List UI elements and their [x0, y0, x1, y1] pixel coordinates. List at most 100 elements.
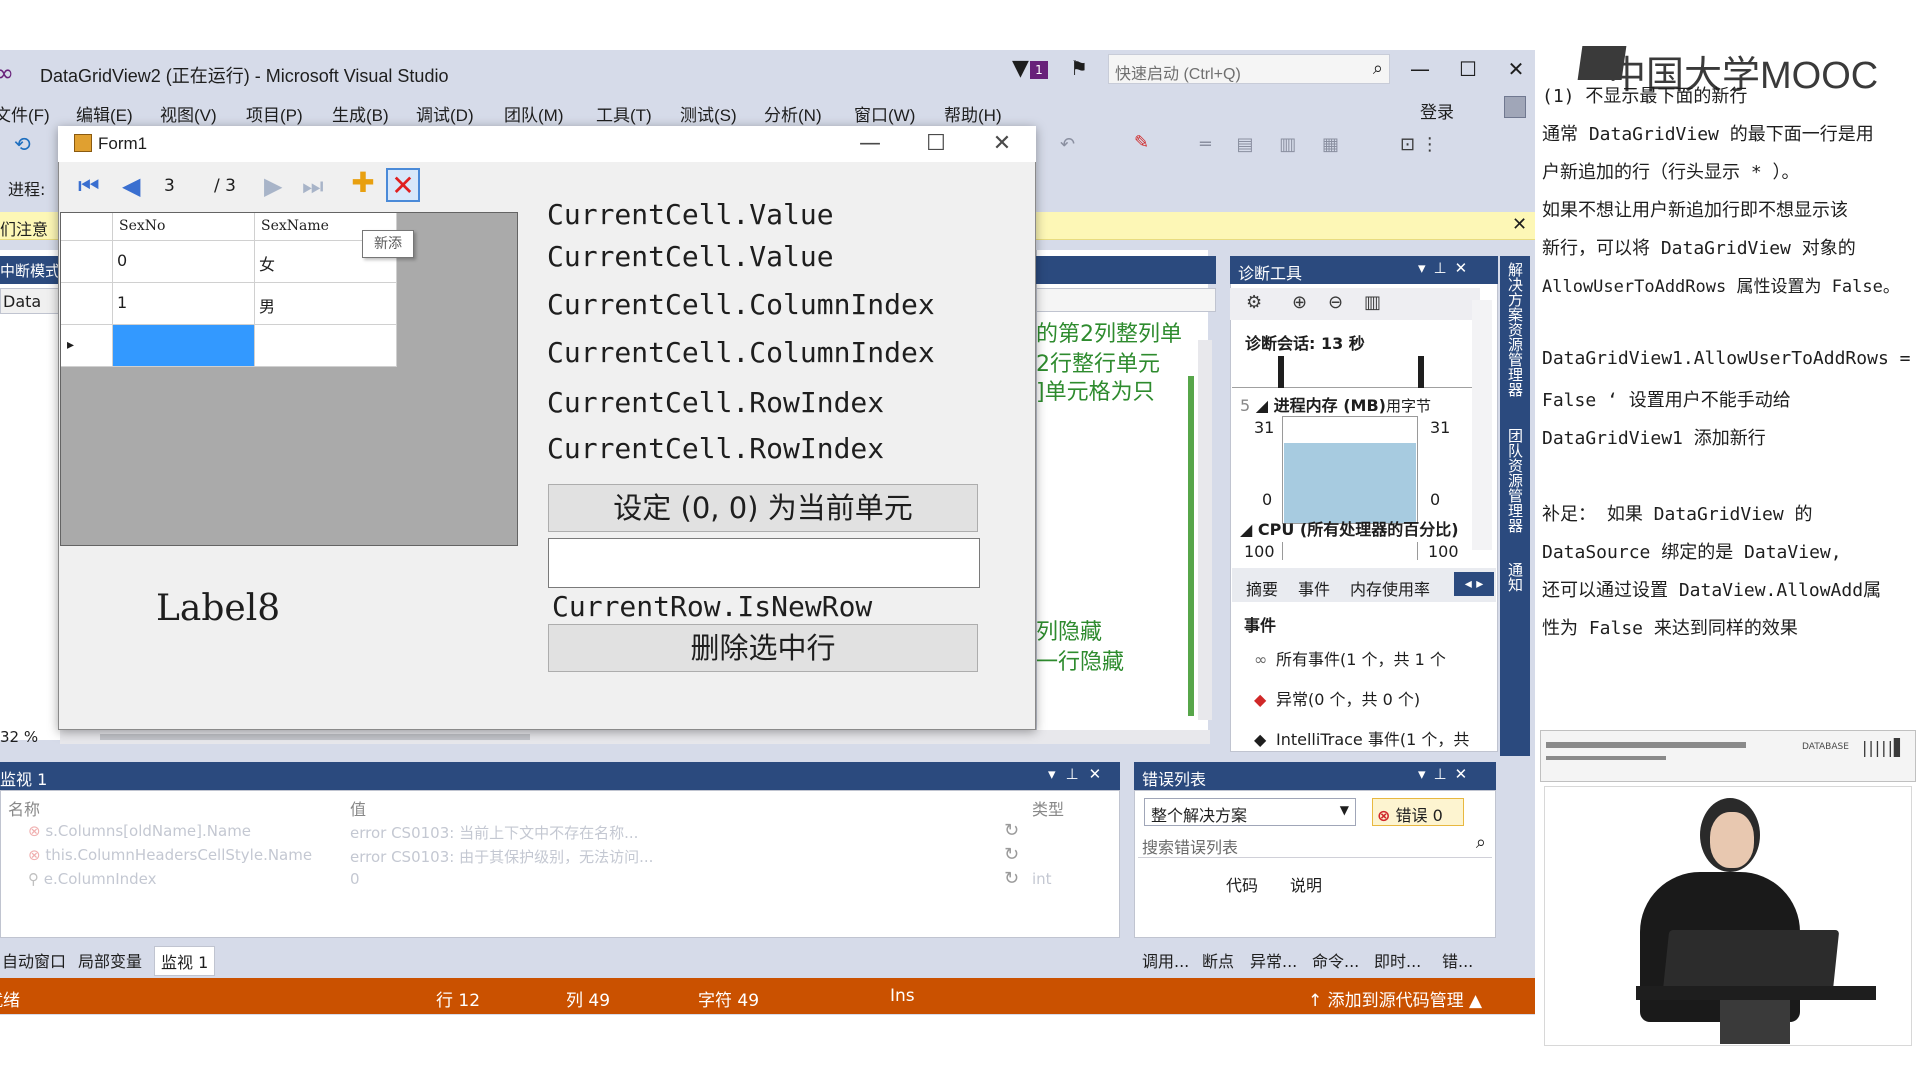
tab-errors[interactable]: 错... — [1436, 946, 1479, 974]
refresh-icon[interactable]: ↻ — [1004, 820, 1019, 841]
position-item[interactable]: 3 — [164, 176, 188, 200]
new-row-header[interactable]: ▸ — [61, 325, 113, 367]
error-col-description[interactable]: 说明 — [1290, 872, 1322, 896]
grid-cell[interactable]: 1 — [113, 283, 255, 325]
menu-window[interactable]: 窗口(W) — [854, 101, 915, 126]
add-new-icon[interactable]: ✚ — [348, 168, 378, 198]
delete-icon[interactable]: ✕ — [386, 168, 420, 202]
code-vertical-scrollbar[interactable] — [1198, 340, 1212, 720]
grid-cell[interactable]: 男 — [255, 283, 397, 325]
scrollbar-thumb[interactable] — [100, 734, 530, 740]
grid-cell[interactable] — [255, 325, 397, 367]
move-first-icon[interactable]: ⏮ — [78, 172, 100, 200]
event-intellitrace[interactable]: ◆ IntelliTrace 事件(1 个，共 — [1254, 726, 1469, 750]
selected-grid-cell[interactable] — [113, 325, 255, 367]
navigate-back-icon[interactable]: ⟲ — [14, 132, 31, 156]
timeline-marker — [1418, 356, 1424, 388]
grid-corner-header[interactable] — [61, 213, 113, 241]
tab-summary[interactable]: 摘要 — [1246, 576, 1278, 600]
row-header[interactable] — [61, 283, 113, 325]
vs-close-button[interactable]: ✕ — [1498, 54, 1534, 84]
menu-debug[interactable]: 调试(D) — [416, 101, 474, 126]
tab-solution-explorer[interactable]: 解决方案资源管理器 — [1504, 262, 1526, 397]
tab-memory-usage[interactable]: 内存使用率 — [1350, 576, 1430, 600]
menu-help[interactable]: 帮助(H) — [944, 101, 1002, 126]
watch-row-name[interactable]: ⊗ this.ColumnHeadersCellStyle.Name — [28, 846, 312, 864]
feedback-icon[interactable]: ⚑ — [1070, 56, 1088, 80]
panel-pin-close-icons[interactable]: ▾⊥✕ — [1418, 765, 1475, 783]
tab-notifications[interactable]: 通知 — [1504, 562, 1526, 592]
current-row-arrow-icon: ▸ — [67, 337, 75, 353]
info-bar-close-icon[interactable]: ✕ — [1512, 214, 1527, 235]
menu-team[interactable]: 团队(M) — [504, 101, 563, 126]
menu-build[interactable]: 生成(B) — [332, 101, 389, 126]
menu-test[interactable]: 测试(S) — [680, 101, 737, 126]
menu-tools[interactable]: 工具(T) — [596, 101, 652, 126]
tab-autos[interactable]: 自动窗口 — [0, 946, 72, 974]
move-previous-icon[interactable]: ◀ — [122, 172, 140, 200]
form1-maximize-button[interactable]: ☐ — [916, 128, 956, 160]
vs-maximize-button[interactable]: ☐ — [1450, 54, 1486, 84]
account-icon[interactable] — [1504, 96, 1526, 118]
tab-scroll-arrows-icon[interactable]: ◂ ▸ — [1454, 572, 1494, 596]
tab-breakpoints[interactable]: 断点 — [1196, 946, 1240, 974]
memory-title: 进程内存 (MB) — [1273, 396, 1386, 415]
watch-row-name[interactable]: ⚲ e.ColumnIndex — [28, 870, 157, 888]
quick-launch-input[interactable]: 快速启动 (Ctrl+Q) ⌕ — [1108, 54, 1390, 84]
tab-team-explorer[interactable]: 团队资源管理器 — [1504, 428, 1526, 533]
breakpoint-toggle-icon[interactable]: ✎ — [1134, 132, 1149, 153]
lecture-note-line: 户新追加的行（行头显示 * ）。 — [1542, 162, 1800, 183]
panel-pin-close-icons[interactable]: ▾⊥✕ — [1048, 765, 1111, 783]
login-link[interactable]: 登录 — [1420, 98, 1454, 123]
column-header-sexno[interactable]: SexNo — [113, 213, 255, 241]
member-dropdown[interactable] — [1036, 288, 1216, 312]
error-count-filter[interactable]: ⊗ 错误 0 — [1372, 798, 1464, 826]
event-exceptions[interactable]: ◆ 异常(0 个，共 0 个) — [1254, 686, 1420, 710]
code-comment-line: ]单元格为只 — [1036, 380, 1155, 405]
break-mode-tab[interactable]: 中断模式 — [0, 256, 60, 284]
error-scope-dropdown[interactable]: 整个解决方案 ▼ — [1144, 798, 1356, 826]
panel-pin-close-icons[interactable]: ▾⊥✕ — [1418, 259, 1475, 277]
menu-edit[interactable]: 编辑(E) — [76, 101, 133, 126]
menu-file[interactable]: 文件(F) — [0, 101, 50, 126]
tab-watch-1[interactable]: 监视 1 — [154, 946, 216, 976]
source-control-button[interactable]: ↑ 添加到源代码管理 ▲ — [1308, 986, 1482, 1011]
data-source-tab[interactable]: Data — [0, 288, 60, 314]
row-header[interactable] — [61, 241, 113, 283]
undo-icon[interactable]: ↶ — [1060, 134, 1075, 155]
chart-icon[interactable]: ▥ — [1364, 292, 1381, 313]
filter-icon[interactable]: ▼ — [1012, 56, 1029, 81]
refresh-icon[interactable]: ↻ — [1004, 868, 1019, 889]
menu-view[interactable]: 视图(V) — [160, 101, 217, 126]
tab-locals[interactable]: 局部变量 — [72, 946, 148, 974]
menu-analyze[interactable]: 分析(N) — [764, 101, 822, 126]
set-current-cell-button[interactable]: 设定 (0, 0) 为当前单元 — [548, 484, 978, 532]
grid-cell[interactable]: 0 — [113, 241, 255, 283]
menu-project[interactable]: 项目(P) — [246, 101, 303, 126]
watch-row-name[interactable]: ⊗ s.Columns[oldName].Name — [28, 822, 251, 840]
diagnostic-scrollbar[interactable] — [1472, 300, 1492, 550]
form1-minimize-button[interactable]: — — [850, 128, 890, 160]
tab-exceptions[interactable]: 异常... — [1244, 946, 1303, 974]
tab-events[interactable]: 事件 — [1298, 576, 1330, 600]
form1-title: Form1 — [98, 134, 148, 153]
tab-call-stack[interactable]: 调用... — [1136, 946, 1195, 974]
zoom-in-icon[interactable]: ⊕ — [1292, 292, 1307, 313]
form-textbox[interactable] — [548, 538, 980, 588]
tab-command[interactable]: 命令... — [1306, 946, 1365, 974]
move-last-icon[interactable]: ⏭ — [302, 172, 324, 200]
zoom-level[interactable]: 32 % — [0, 728, 38, 746]
refresh-icon[interactable]: ↻ — [1004, 844, 1019, 865]
tab-immediate[interactable]: 即时... — [1368, 946, 1427, 974]
event-all[interactable]: ∞ 所有事件(1 个，共 1 个 — [1254, 646, 1446, 670]
session-timeline[interactable] — [1232, 352, 1472, 388]
vs-minimize-button[interactable]: — — [1402, 54, 1438, 84]
settings-gear-icon[interactable]: ⚙ — [1246, 292, 1262, 313]
move-next-icon[interactable]: ▶ — [264, 172, 282, 200]
form1-close-button[interactable]: ✕ — [982, 128, 1022, 160]
zoom-out-icon[interactable]: ⊖ — [1328, 292, 1343, 313]
error-col-code[interactable]: 代码 — [1226, 872, 1258, 896]
error-search-input[interactable]: 搜索错误列表 ⌕ — [1138, 830, 1492, 858]
cpu-title: CPU (所有处理器的百分比) — [1257, 520, 1459, 539]
delete-selected-row-button[interactable]: 删除选中行 — [548, 624, 978, 672]
